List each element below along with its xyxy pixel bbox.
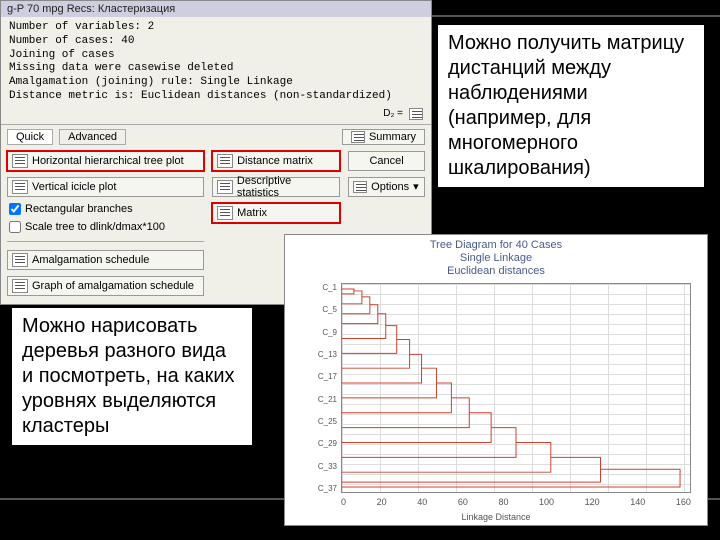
y-ticks: C_1C_5C_9C_13C_17C_21C_25C_29C_33C_37 [315, 283, 337, 493]
info-block: Number of variables: 2 Number of cases: … [1, 17, 431, 106]
scale-tree-checkbox[interactable] [9, 221, 21, 233]
distance-matrix-button[interactable]: Distance matrix [212, 151, 340, 171]
scale-tree-check[interactable]: Scale tree to dlink/dmax*100 [7, 221, 204, 233]
x-label: Linkage Distance [285, 512, 707, 522]
horizontal-tree-button[interactable]: Horizontal hierarchical tree plot [7, 151, 204, 171]
graph-icon [12, 279, 28, 293]
dendro-title: Tree Diagram for 40 Cases Single Linkage… [285, 235, 707, 281]
cancel-button[interactable]: Cancel [348, 151, 425, 171]
callout-trees: Можно нарисовать деревья разного вида и … [12, 308, 252, 445]
amalgamation-button[interactable]: Amalgamation schedule [7, 250, 204, 270]
descriptive-stats-button[interactable]: Descriptive statistics [212, 177, 340, 197]
options-button[interactable]: Options ▾ [348, 177, 425, 197]
callout-matrix: Можно получить матрицу дистанций между н… [438, 25, 704, 187]
tab-quick[interactable]: Quick [7, 129, 53, 145]
shrink-icon[interactable] [409, 108, 423, 120]
matrix2-icon [217, 206, 233, 220]
chevron-down-icon: ▾ [413, 180, 419, 193]
table-icon [12, 253, 28, 267]
rect-branches-check[interactable]: Rectangular branches [7, 203, 204, 215]
matrix-icon [217, 154, 233, 168]
rect-branches-checkbox[interactable] [9, 203, 21, 215]
dialog-titlebar[interactable]: g-P 70 mpg Recs: Кластеризация [1, 1, 431, 17]
matrix-button[interactable]: Matrix [212, 203, 340, 223]
dialog-title: g-P 70 mpg Recs: Кластеризация [7, 3, 175, 15]
amalgamation-graph-button[interactable]: Graph of amalgamation schedule [7, 276, 204, 296]
dendrogram-panel: Tree Diagram for 40 Cases Single Linkage… [284, 234, 708, 526]
x-axis: 020406080100120140160 [341, 497, 691, 507]
summary-icon [351, 131, 365, 143]
tree-icon [12, 154, 28, 168]
icicle-icon [12, 180, 28, 194]
stats-icon [217, 180, 233, 194]
options-icon [353, 181, 367, 193]
summary-button[interactable]: Summary [342, 129, 425, 145]
vertical-icicle-button[interactable]: Vertical icicle plot [7, 177, 204, 197]
dendro-plot [341, 283, 691, 493]
d-label: D₂ = [383, 108, 403, 119]
tab-advanced[interactable]: Advanced [59, 129, 126, 145]
